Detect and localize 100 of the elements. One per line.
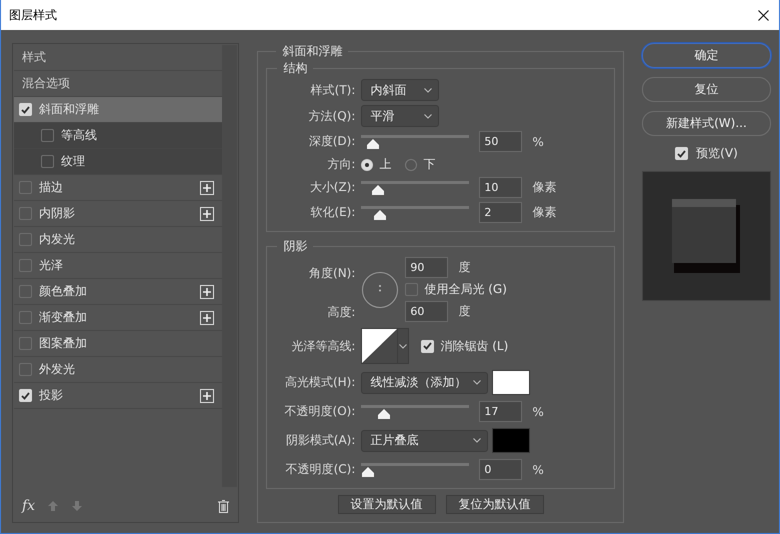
checkbox[interactable] (19, 337, 32, 350)
field-label: 不透明度(C): (284, 461, 356, 478)
slider-thumb[interactable] (377, 408, 392, 420)
effect-label: 等高线 (61, 127, 98, 144)
angle-dial[interactable] (361, 270, 400, 308)
checkbox[interactable] (19, 259, 32, 272)
checkbox[interactable] (405, 283, 418, 296)
add-effect-icon[interactable] (200, 180, 214, 194)
effect-label: 投影 (39, 387, 64, 404)
effect-row[interactable]: 投影 (14, 383, 222, 409)
checkbox[interactable] (19, 363, 32, 376)
caret-icon (424, 114, 432, 118)
slider-thumb[interactable] (366, 138, 380, 150)
effect-row[interactable]: 内发光 (14, 227, 222, 253)
caret-icon (473, 438, 482, 443)
group-title: 阴影 (282, 238, 308, 255)
effect-row[interactable]: 等高线 (14, 123, 222, 149)
scrollbar[interactable] (222, 45, 238, 487)
trash-icon[interactable] (218, 500, 230, 512)
field-label: 方向: (326, 156, 356, 173)
group-title: 结构 (282, 60, 308, 77)
slider-thumb[interactable] (370, 184, 385, 196)
unit-label: 像素 (532, 179, 556, 196)
effect-label: 内阴影 (39, 205, 76, 222)
checkbox[interactable] (41, 129, 54, 142)
effect-row[interactable]: 光泽 (14, 253, 222, 279)
number-field[interactable]: 17 (479, 401, 522, 422)
add-effect-icon[interactable] (200, 310, 214, 324)
radio-button[interactable] (405, 158, 418, 170)
checkbox[interactable] (19, 233, 32, 246)
checkbox-label: 消除锯齿 (L) (440, 338, 508, 354)
blend-mode-dropdown[interactable]: 正片叠底 (361, 430, 488, 452)
close-icon[interactable] (758, 10, 769, 20)
number-field[interactable]: 60 (405, 301, 448, 322)
default-button[interactable]: 设置为默认值 (338, 495, 436, 514)
default-button[interactable]: 复位为默认值 (446, 495, 544, 514)
effect-label: 光泽 (39, 257, 64, 274)
radio-label: 上 (379, 156, 392, 173)
color-swatch[interactable] (492, 370, 530, 395)
effect-label: 描边 (39, 179, 64, 196)
contour-picker[interactable] (361, 328, 410, 364)
effect-row[interactable]: 颜色叠加 (14, 279, 222, 305)
number-field[interactable]: 10 (479, 177, 522, 198)
number-field[interactable]: 0 (479, 459, 522, 480)
field-label: 角度(N): (309, 264, 356, 282)
dialog-button[interactable]: 新建样式(W)... (642, 111, 771, 136)
effect-label: 斜面和浮雕 (39, 101, 100, 118)
field-label: 阴影模式(A): (284, 432, 356, 449)
checkbox[interactable] (19, 207, 32, 220)
effect-row[interactable]: 图案叠加 (14, 331, 222, 357)
list-item[interactable]: 样式 (14, 45, 222, 71)
field-label: 不透明度(O): (284, 403, 356, 420)
caret-icon (399, 344, 408, 348)
unit-label: 像素 (532, 204, 556, 221)
blend-mode-dropdown[interactable]: 线性减淡（添加） (361, 372, 488, 394)
radio-button[interactable] (361, 158, 374, 170)
caret-icon (473, 380, 482, 385)
field-label: 样式(T): (310, 82, 356, 98)
effect-row[interactable]: 内阴影 (14, 201, 222, 227)
checkbox[interactable] (19, 311, 32, 324)
add-effect-icon[interactable] (200, 206, 214, 220)
dialog-button[interactable]: 确定 (642, 43, 771, 68)
effect-row[interactable]: 描边 (14, 175, 222, 201)
field-label: 高度: (327, 304, 356, 320)
field-label: 光泽等高线: (290, 338, 356, 354)
checkbox[interactable] (41, 155, 54, 168)
field-label: 高光模式(H): (284, 374, 356, 391)
field-label: 方法(Q): (308, 108, 356, 124)
unit-label: 度 (458, 303, 470, 320)
effect-label: 纹理 (61, 153, 86, 170)
section-title: 斜面和浮雕 (281, 43, 344, 60)
effect-label: 内发光 (39, 231, 76, 248)
list-item[interactable]: 混合选项 (14, 71, 222, 97)
window-title: 图层样式 (9, 6, 57, 24)
dialog-button[interactable]: 复位 (642, 77, 771, 102)
checkbox[interactable] (19, 285, 32, 298)
number-field[interactable]: 50 (479, 131, 522, 152)
field-label: 大小(Z): (308, 179, 356, 196)
slider-thumb[interactable] (372, 208, 387, 220)
add-effect-icon[interactable] (200, 388, 214, 402)
effect-row[interactable]: 外发光 (14, 357, 222, 383)
field-label: 深度(D): (308, 133, 356, 150)
effect-label: 渐变叠加 (39, 309, 88, 326)
effect-row[interactable]: 纹理 (14, 149, 222, 175)
add-effect-icon[interactable] (200, 284, 214, 298)
effect-row[interactable]: 斜面和浮雕 (14, 97, 222, 123)
number-field[interactable]: 2 (479, 202, 522, 223)
style-dropdown[interactable]: 内斜面 (361, 79, 440, 101)
technique-dropdown[interactable]: 平滑 (361, 105, 440, 127)
effect-label: 图案叠加 (39, 335, 88, 352)
color-swatch[interactable] (492, 428, 530, 453)
fx-button[interactable]: fx (22, 498, 36, 514)
number-field[interactable]: 90 (405, 257, 448, 278)
checkbox[interactable] (19, 181, 32, 194)
checkbox-label: 使用全局光 (G) (424, 281, 507, 298)
unit-label: % (532, 404, 544, 418)
slider-thumb[interactable] (361, 466, 376, 478)
effect-row[interactable]: 渐变叠加 (14, 305, 222, 331)
caret-icon (424, 88, 432, 92)
field-label: 软化(E): (309, 204, 356, 221)
